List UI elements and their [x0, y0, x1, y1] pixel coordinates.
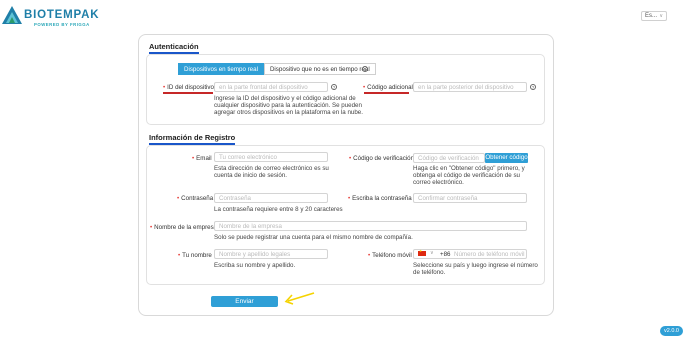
china-flag-icon[interactable]	[418, 249, 426, 256]
password-input[interactable]: Contraseña	[214, 193, 328, 203]
chevron-down-icon: ∨	[659, 13, 663, 19]
company-hint: Solo se puede registrar una cuenta para …	[214, 234, 413, 241]
company-input[interactable]: Nombre de la empresa	[214, 221, 527, 231]
submit-button[interactable]: Enviar	[211, 296, 278, 307]
name-hint: Escriba su nombre y apellido.	[214, 262, 296, 269]
auth-section-title: Autenticación	[149, 42, 199, 54]
registration-section-title: Información de Registro	[149, 133, 236, 145]
language-select[interactable]: Es... ∨	[641, 11, 667, 21]
password-hint: La contraseña requiere entre 8 y 20 cara…	[214, 206, 343, 213]
confirm-password-label: • Escriba la contraseña otr	[348, 195, 421, 202]
extra-code-label: • Código adicional	[363, 84, 413, 91]
version-badge[interactable]: v2.0.0	[660, 326, 683, 336]
verification-input[interactable]: Código de verificación	[413, 153, 485, 163]
device-type-tabs: Dispositivos en tiempo real Dispositivo …	[178, 63, 376, 75]
get-code-button[interactable]: Obtener código	[485, 153, 528, 163]
logo-tagline: POWERED BY FRIGGA	[34, 22, 90, 27]
logo-mark-icon	[2, 6, 22, 24]
confirm-password-input[interactable]: Confirmar contraseña	[413, 193, 527, 203]
device-id-label: • ID del dispositivo	[163, 84, 214, 91]
password-label: • Contraseña	[177, 195, 214, 202]
email-label: • Email	[192, 155, 212, 162]
device-hint: Ingrese la ID del dispositivo y el códig…	[214, 95, 363, 116]
extra-code-input[interactable]: en la parte posterior del dispositivo	[413, 82, 527, 92]
logo-text: BIOTEMPAK	[24, 9, 100, 21]
tab-realtime-devices[interactable]: Dispositivos en tiempo real	[178, 63, 264, 75]
phone-label: • Teléfono móvil	[368, 252, 412, 259]
extra-code-help-icon[interactable]: ?	[530, 84, 536, 90]
verification-label: • Código de verificación	[349, 155, 415, 162]
extra-code-error-underline	[364, 92, 409, 94]
top-bar: BIOTEMPAK POWERED BY FRIGGA Es... ∨	[0, 0, 688, 32]
arrow-annotation-icon	[284, 292, 315, 305]
help-icon[interactable]: ?	[362, 66, 368, 72]
phone-hint: Seleccione su país y luego ingrese el nú…	[413, 262, 538, 276]
verification-hint: Haga clic en "Obtener código" primero, y…	[413, 165, 525, 186]
language-value: Es...	[645, 13, 658, 19]
dial-code: +86	[440, 251, 451, 258]
device-id-error-underline	[163, 92, 213, 94]
brand-logo[interactable]: BIOTEMPAK POWERED BY FRIGGA	[2, 5, 102, 29]
device-id-input[interactable]: en la parte frontal del dispositivo	[214, 82, 328, 92]
tab-non-realtime-device[interactable]: Dispositivo que no es en tiempo real	[263, 63, 376, 75]
email-input[interactable]: Tu correo electrónico	[214, 152, 328, 162]
company-label: • Nombre de la empresa	[150, 224, 218, 231]
country-chevron-icon[interactable]: ∨	[430, 250, 434, 256]
name-label: • Tu nombre	[178, 252, 212, 259]
email-hint: Esta dirección de correo electrónico es …	[214, 165, 329, 179]
name-input[interactable]: Nombre y apellido legales	[214, 249, 328, 259]
device-id-help-icon[interactable]: ?	[331, 84, 337, 90]
